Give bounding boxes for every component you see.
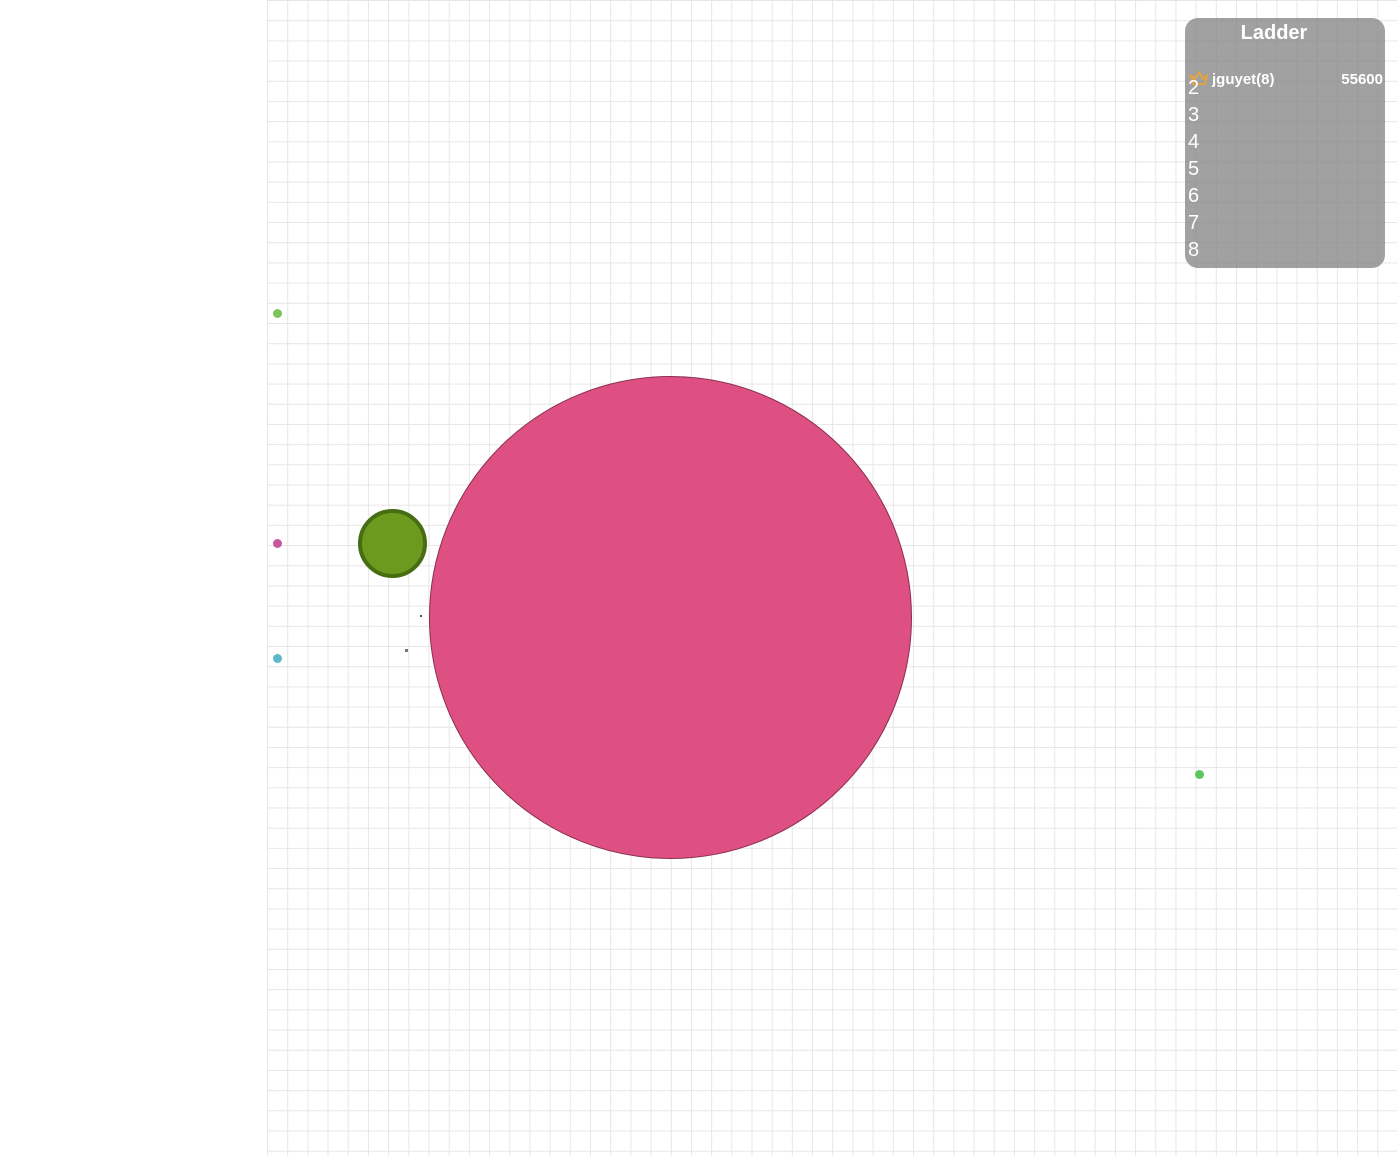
ladder-rank: 3 bbox=[1188, 104, 1200, 126]
leader-score: 55600 bbox=[1341, 71, 1383, 88]
ejected-particle bbox=[405, 649, 408, 652]
food-pellet bbox=[273, 309, 282, 318]
food-pellet bbox=[273, 654, 282, 663]
food-pellet bbox=[1195, 770, 1204, 779]
leader-name: jguyet(8) bbox=[1212, 71, 1275, 88]
ladder-rank: 2 bbox=[1188, 77, 1200, 99]
ladder-rank: 4 bbox=[1188, 131, 1200, 153]
ejected-particle bbox=[420, 615, 422, 617]
virus-cell bbox=[358, 509, 427, 578]
player-cell bbox=[429, 376, 912, 859]
ladder-rank: 8 bbox=[1188, 239, 1200, 261]
ladder-rank: 5 bbox=[1188, 158, 1200, 180]
ladder-rank: 7 bbox=[1188, 212, 1200, 234]
ladder-rank: 6 bbox=[1188, 185, 1200, 207]
ladder-panel: Ladder jguyet(8) 55600 2 3 4 5 6 7 8 bbox=[1185, 18, 1385, 268]
food-pellet bbox=[273, 539, 282, 548]
ladder-title: Ladder bbox=[1240, 22, 1308, 44]
ladder-leader-row: jguyet(8) 55600 bbox=[1188, 68, 1383, 92]
game-viewport[interactable]: Ladder jguyet(8) 55600 2 3 4 5 6 7 8 bbox=[0, 0, 1397, 1156]
